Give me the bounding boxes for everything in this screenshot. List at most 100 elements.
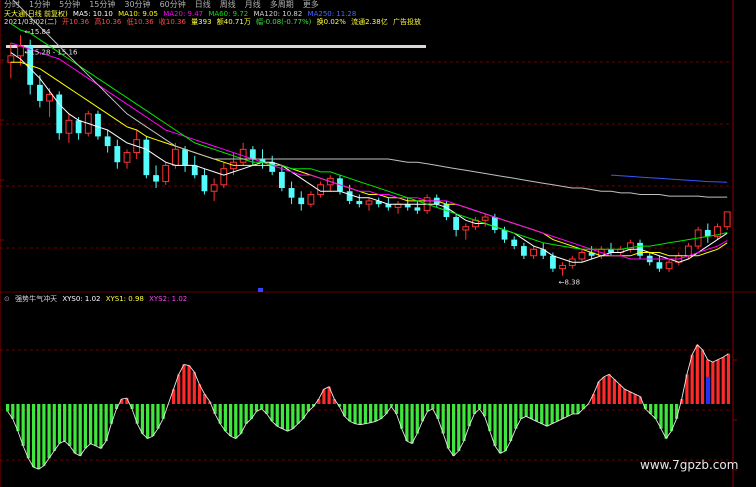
candle-body [414,207,421,211]
indicator-legend: ⊙ 强势牛气冲天 XYS0: 1.02 XYS1: 0.98 XYS2: 1.0… [4,295,190,304]
candle-body [171,148,179,166]
ma-line-ma250 [610,174,728,183]
indicator-bar [462,404,466,441]
indicator-bar [78,404,82,456]
candle-body [182,149,188,166]
indicator-blue-bar [706,376,711,404]
indicator-bar [374,404,378,422]
indicator-bar [140,404,145,434]
high-annotation-2: ←15.28 - 15.16 [25,49,78,57]
candle-body [56,94,63,134]
indicator-bar [716,359,720,404]
indicator-bar [721,357,725,404]
indicator-bar [426,404,430,412]
indicator-bar [57,404,62,444]
indicator-bar [99,404,103,449]
candle-body [143,139,150,176]
candle-body [278,171,285,189]
xys0-label: XYS0: 1.02 [62,295,101,303]
indicator-bar [369,404,373,423]
candle-body [288,188,295,198]
indicator-bar [550,404,554,424]
candle-body [201,175,208,192]
indicator-bar [410,404,414,444]
indicator-bar [26,404,30,459]
indicator-bar [529,404,533,419]
indicator-bar [223,404,228,432]
indicator-bar [690,354,694,404]
indicator-bar [545,404,549,427]
indicator-bar [534,404,539,422]
indicator-bar [700,349,705,404]
indicator-bar [104,404,108,441]
indicator-bar [47,404,51,459]
candle-body [520,246,527,256]
indicator-bar [711,362,715,404]
candle-body [191,165,198,176]
candle-body [462,226,470,231]
indicator-bar [146,404,150,439]
candle-body [46,94,53,102]
indicator-bar [358,404,362,425]
candle-body [17,45,24,57]
indicator-bar [509,404,513,441]
indicator-bar [280,404,285,429]
candle-body [307,193,315,205]
candle-body [269,162,276,172]
candle-body [665,261,673,270]
indicator-bar [415,404,419,434]
scroll-marker [258,288,263,292]
indicator-bar [270,404,274,422]
indicator-bar [21,404,25,446]
indicator-bar [451,404,456,456]
candle-body [559,264,567,270]
stock-chart-window: 分时 1分钟 5分钟 15分钟 30分钟 60分钟 日线 周线 月线 多周期 更多 天大通(日线 前… [0,0,756,487]
indicator-bar [664,404,668,439]
indicator-bar [234,404,238,439]
indicator-bar [151,404,155,437]
high-annotation-1: ←15.84 [25,28,51,36]
indicator-bar [602,376,606,404]
indicator-bar [52,404,56,451]
indicator-bar [42,404,46,466]
indicator-bar [348,404,352,422]
indicator-bar [659,404,663,429]
indicator-bar [68,404,72,446]
candle-body [162,164,170,183]
indicator-bar [228,404,233,437]
indicator-gear-icon[interactable]: ⊙ [4,295,10,303]
indicator-bar [571,404,575,414]
indicator-bar [555,404,559,422]
indicator-bar [88,404,93,444]
indicator-bar [156,404,160,429]
chart-canvas[interactable]: ←15.84 ←15.28 - 15.16 ←8.38 [0,0,756,487]
indicator-bar [431,404,435,409]
indicator-bar [457,404,461,451]
indicator-bar [187,365,191,404]
indicator-bar [83,404,88,449]
candle-body [75,120,82,134]
indicator-bar [37,404,41,470]
indicator-bar [254,404,259,412]
candle-body [104,136,111,147]
indicator-bar [405,404,409,441]
candle-body [656,262,663,269]
low-annotation: ←8.38 [559,279,580,287]
indicator-name: 强势牛气冲天 [15,295,58,303]
indicator-bar [275,404,279,427]
indicator-bar [477,404,482,409]
indicator-bar [498,404,502,454]
indicator-bar [379,404,383,419]
indicator-bar [260,404,264,409]
indicator-bar [669,404,673,432]
indicator-bar [612,379,616,404]
indicator-bar [286,404,290,432]
candle-body [453,217,460,230]
candle-body [578,252,586,260]
indicator-bar [540,404,544,424]
indicator-bar [623,389,627,404]
candle-body [153,175,159,182]
indicator-bar [674,404,679,419]
price-band-highlight [6,45,426,48]
indicator-bar [192,371,196,404]
